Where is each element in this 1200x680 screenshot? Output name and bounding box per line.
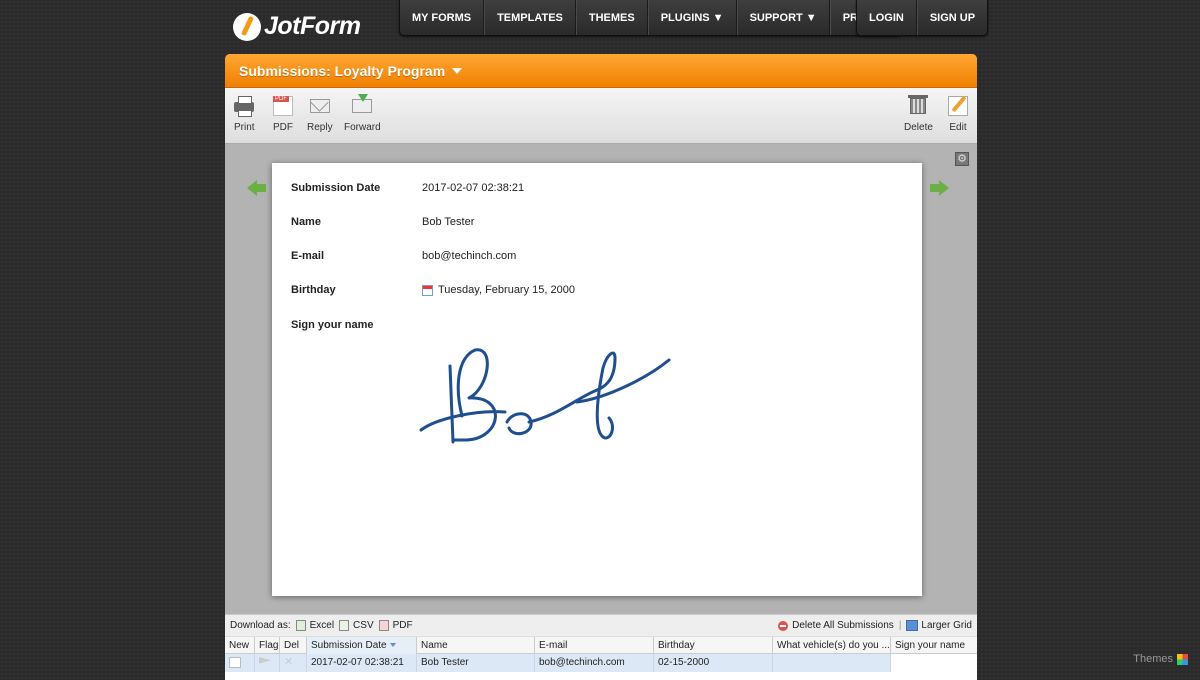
forward-button[interactable]: Forward — [344, 94, 381, 133]
panel-header[interactable]: Submissions: Loyalty Program — [225, 54, 977, 88]
field-value: Bob Tester — [422, 216, 475, 228]
csv-icon — [339, 620, 350, 631]
chevron-down-icon[interactable] — [452, 67, 463, 74]
forward-label: Forward — [344, 122, 381, 133]
pencil-icon — [948, 96, 968, 116]
column-vehicle[interactable]: What vehicle(s) do you ... — [773, 637, 891, 655]
cell-flag[interactable] — [255, 654, 280, 672]
field-name: Name Bob Tester — [291, 216, 474, 228]
sort-down-icon — [389, 643, 396, 648]
field-label: Submission Date — [291, 182, 381, 194]
column-email[interactable]: E-mail — [535, 637, 654, 655]
close-icon: ✕ — [284, 656, 294, 668]
cell-submission-date: 2017-02-07 02:38:21 — [307, 654, 417, 672]
grid-header: New Flag Del Submission Date Name E-mail… — [225, 636, 977, 655]
cell-email: bob@techinch.com — [535, 654, 654, 672]
column-del[interactable]: Del — [280, 637, 307, 655]
nav-signup[interactable]: SIGN UP — [916, 0, 987, 35]
print-button[interactable]: Print — [234, 96, 255, 133]
pdf-button[interactable]: PDF — [273, 96, 293, 133]
nav-login[interactable]: LOGIN — [857, 0, 917, 35]
column-new[interactable]: New — [225, 637, 255, 655]
nav-themes[interactable]: THEMES — [575, 0, 648, 35]
delete-label: Delete — [904, 122, 933, 133]
themes-icon — [1177, 653, 1188, 665]
logo-text: JotForm — [264, 12, 361, 40]
reply-label: Reply — [307, 122, 333, 133]
field-value-wrapper: Tuesday, February 15, 2000 — [422, 284, 575, 296]
column-flag[interactable]: Flag — [255, 637, 280, 655]
signature-image — [419, 348, 671, 444]
auth-nav: LOGIN SIGN UP — [856, 0, 989, 36]
separator: | — [898, 620, 902, 631]
grid-toolbar: Download as: Excel CSV PDF Delete All Su… — [225, 614, 977, 636]
themes-label: Themes — [1133, 653, 1173, 665]
field-label: Name — [291, 216, 321, 228]
cell-del[interactable]: ✕ — [280, 654, 307, 672]
cell-name: Bob Tester — [417, 654, 535, 672]
birthday-value: Tuesday, February 15, 2000 — [438, 284, 575, 296]
pdf-icon — [273, 96, 293, 116]
download-excel-link[interactable]: Excel — [310, 620, 334, 631]
calendar-icon — [422, 284, 433, 296]
column-submission-date[interactable]: Submission Date — [307, 637, 417, 655]
field-submission-date: Submission Date 2017-02-07 02:38:21 — [291, 182, 524, 194]
delete-button[interactable]: Delete — [904, 95, 933, 133]
table-row[interactable]: ✕ 2017-02-07 02:38:21 Bob Tester bob@tec… — [225, 654, 977, 672]
cell-signature — [891, 654, 977, 672]
excel-icon — [295, 620, 306, 631]
cell-birthday: 02-15-2000 — [654, 654, 773, 672]
larger-grid-link[interactable]: Larger Grid — [921, 620, 972, 631]
nav-support[interactable]: SUPPORT ▼ — [736, 0, 830, 35]
reply-button[interactable]: Reply — [307, 96, 333, 133]
previous-submission-arrow-icon[interactable] — [247, 180, 267, 196]
download-csv-link[interactable]: CSV — [353, 620, 374, 631]
nav-plugins[interactable]: PLUGINS ▼ — [647, 0, 737, 35]
field-value: bob@techinch.com — [422, 250, 517, 262]
download-label: Download as: — [230, 620, 291, 631]
flag-icon — [259, 657, 271, 664]
submission-toolbar: Print PDF Reply Forward Delete Edit — [225, 88, 977, 144]
nav-templates[interactable]: TEMPLATES — [484, 0, 576, 35]
column-label: Submission Date — [311, 640, 387, 651]
submissions-panel: Submissions: Loyalty Program Print PDF R… — [225, 54, 977, 680]
jotform-logo[interactable]: JotForm — [233, 12, 361, 41]
field-birthday: Birthday Tuesday, February 15, 2000 — [291, 284, 575, 296]
printer-icon — [234, 96, 255, 117]
column-signature[interactable]: Sign your name — [891, 637, 977, 655]
field-label: E-mail — [291, 250, 325, 262]
nav-my-forms[interactable]: MY FORMS — [400, 0, 485, 35]
panel-title[interactable]: Submissions: Loyalty Program — [239, 63, 445, 79]
submission-detail: Submission Date 2017-02-07 02:38:21 Name… — [272, 163, 922, 596]
column-name[interactable]: Name — [417, 637, 535, 655]
cell-vehicle — [773, 654, 891, 672]
field-label: Birthday — [291, 284, 336, 296]
jotform-logo-icon — [233, 12, 261, 41]
grid-icon — [906, 620, 919, 631]
grid-empty-area — [225, 672, 977, 680]
field-value: 2017-02-07 02:38:21 — [422, 182, 525, 194]
forward-mail-icon — [352, 94, 373, 113]
edit-label: Edit — [949, 122, 967, 133]
field-label: Sign your name — [291, 319, 374, 331]
field-email: E-mail bob@techinch.com — [291, 250, 516, 262]
signature-thumbnail — [901, 664, 961, 672]
gear-icon[interactable]: ⚙ — [955, 152, 969, 166]
main-nav: MY FORMS TEMPLATES THEMES PLUGINS ▼ SUPP… — [399, 0, 902, 36]
delete-all-submissions-link[interactable]: Delete All Submissions — [792, 620, 894, 631]
field-signature: Sign your name — [291, 319, 374, 331]
themes-link[interactable]: Themes — [1133, 653, 1188, 665]
cell-new[interactable] — [225, 654, 255, 672]
print-label: Print — [234, 122, 255, 133]
pdf-label: PDF — [273, 122, 293, 133]
new-icon — [229, 657, 241, 668]
delete-circle-icon — [778, 620, 789, 631]
download-pdf-link[interactable]: PDF — [393, 620, 413, 631]
envelope-icon — [309, 99, 330, 113]
trash-icon — [908, 95, 929, 114]
column-birthday[interactable]: Birthday — [654, 637, 773, 655]
pdf-icon — [378, 620, 389, 631]
edit-button[interactable]: Edit — [948, 96, 968, 133]
next-submission-arrow-icon[interactable] — [929, 180, 949, 196]
